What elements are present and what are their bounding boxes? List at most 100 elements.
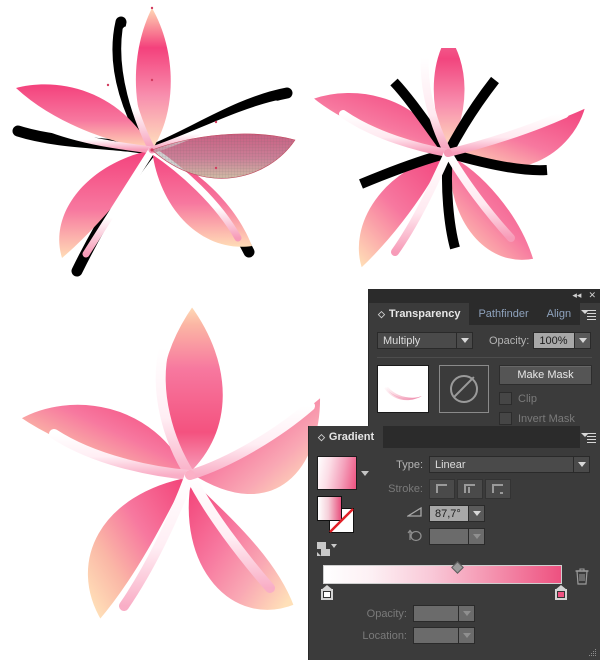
flower3-center bbox=[185, 470, 195, 480]
tab-transparency-label: Transparency bbox=[388, 308, 461, 320]
gradient-location-value bbox=[414, 628, 459, 643]
blend-mode-select[interactable]: Multiply bbox=[377, 332, 473, 349]
gradient-preview-swatch[interactable] bbox=[317, 456, 357, 490]
stroke-along-button[interactable] bbox=[457, 479, 483, 499]
gradient-angle-value: 87,7° bbox=[430, 506, 469, 521]
flower-bottom-left-finished[interactable] bbox=[4, 300, 324, 660]
opacity-label: Opacity: bbox=[489, 334, 530, 347]
transparency-divider bbox=[377, 357, 592, 358]
tab-gradient-label: Gradient bbox=[328, 431, 375, 443]
gradient-opacity-row: Opacity: bbox=[317, 605, 590, 622]
tab-grip-icon: ◇ bbox=[318, 431, 325, 442]
flower2 bbox=[308, 48, 590, 273]
tab-align[interactable]: Align bbox=[537, 303, 581, 325]
gradient-right-column: Type: Linear Stroke: 87,7° bbox=[375, 456, 590, 558]
invert-mask-checkbox[interactable] bbox=[499, 412, 512, 425]
fill-stroke-indicator[interactable] bbox=[317, 496, 357, 534]
illustrator-canvas-screenshot: ◂◂ ✕ ◇ Transparency Pathfinder Align Mul… bbox=[0, 0, 600, 660]
opacity-field[interactable]: 100% bbox=[533, 332, 592, 349]
gradient-aspect-row bbox=[375, 528, 590, 545]
gradient-panel-body: Type: Linear Stroke: 87,7° Opacity: Loca… bbox=[309, 448, 600, 655]
gradient-main-area: Type: Linear Stroke: 87,7° bbox=[317, 456, 590, 558]
gradient-stroke-row: Stroke: bbox=[375, 479, 590, 499]
clip-label: Clip bbox=[518, 392, 537, 405]
mask-thumbnail[interactable] bbox=[439, 365, 489, 413]
gradient-location-row: Location: bbox=[317, 627, 590, 644]
delete-stop-button[interactable] bbox=[574, 567, 590, 585]
blend-mode-value: Multiply bbox=[378, 333, 457, 348]
stroke-gradient-buttons bbox=[429, 479, 511, 499]
clip-checkbox[interactable] bbox=[499, 392, 512, 405]
gradient-type-caret-icon bbox=[574, 457, 589, 472]
make-mask-button[interactable]: Make Mask bbox=[499, 365, 592, 385]
flower-top-left-with-strokes-selected[interactable] bbox=[0, 0, 300, 290]
gradient-opacity-value bbox=[414, 606, 459, 621]
invert-mask-checkbox-row[interactable]: Invert Mask bbox=[499, 412, 592, 425]
gradient-slider-area bbox=[317, 561, 590, 601]
gradient-stop-pink[interactable] bbox=[555, 585, 567, 600]
petal-bottom-left bbox=[83, 472, 194, 626]
transparency-panel-menu-button[interactable] bbox=[580, 303, 600, 325]
opacity-value: 100% bbox=[534, 333, 576, 348]
gradient-opacity-label: Opacity: bbox=[366, 607, 407, 620]
tab-transparency[interactable]: ◇ Transparency bbox=[369, 303, 470, 325]
clip-checkbox-row[interactable]: Clip bbox=[499, 392, 592, 405]
collapse-icon[interactable]: ◂◂ bbox=[572, 290, 581, 300]
panel-menu-icon bbox=[580, 309, 596, 320]
gradient-aspect-value bbox=[430, 529, 469, 544]
tab-align-label: Align bbox=[546, 308, 572, 320]
tab-pathfinder[interactable]: Pathfinder bbox=[469, 303, 538, 325]
gradient-type-row: Type: Linear bbox=[375, 456, 590, 473]
flower1-petals bbox=[12, 6, 296, 277]
resize-grip-icon[interactable] bbox=[588, 648, 597, 657]
gradient-ramp-bar[interactable] bbox=[323, 565, 562, 584]
artwork-thumbnail[interactable] bbox=[377, 365, 429, 413]
fill-swatch[interactable] bbox=[317, 496, 342, 521]
angle-icon bbox=[375, 506, 429, 521]
flower2-center bbox=[444, 149, 452, 157]
reverse-gradient-button[interactable] bbox=[317, 542, 339, 558]
transparency-tabstrip: ◇ Transparency Pathfinder Align bbox=[369, 303, 600, 325]
close-icon[interactable]: ✕ bbox=[588, 290, 596, 300]
tab-grip-icon: ◇ bbox=[378, 308, 385, 319]
gradient-type-value: Linear bbox=[430, 457, 574, 472]
transparency-thumbnails-row: Make Mask Clip Invert Mask bbox=[377, 365, 592, 425]
gradient-stop-white[interactable] bbox=[321, 585, 333, 600]
opacity-caret-icon bbox=[575, 333, 591, 348]
transparency-window-controls: ◂◂ ✕ bbox=[572, 290, 596, 300]
invert-mask-label: Invert Mask bbox=[518, 412, 575, 425]
gradient-tabstrip-filler bbox=[383, 426, 580, 448]
transparency-mask-controls: Make Mask Clip Invert Mask bbox=[499, 365, 592, 425]
gradient-aspect-caret-icon bbox=[469, 529, 484, 544]
gradient-angle-caret-icon bbox=[469, 506, 484, 521]
gradient-location-label: Location: bbox=[362, 629, 407, 642]
gradient-panel-menu-button[interactable] bbox=[580, 426, 600, 448]
transparency-panel-titlebar: ◂◂ ✕ bbox=[369, 289, 600, 303]
no-mask-icon bbox=[450, 375, 478, 403]
gradient-opacity-caret-icon bbox=[459, 606, 474, 621]
flower-top-right-with-strokes[interactable] bbox=[303, 48, 595, 296]
panel-menu-icon bbox=[580, 432, 596, 443]
gradient-panel: ◇ Gradient Type: Linear Stroke: 87,7° Op… bbox=[308, 426, 600, 660]
gradient-swatch-row bbox=[317, 456, 369, 490]
gradient-location-caret-icon bbox=[459, 628, 474, 643]
gradient-stop-fields: Opacity: Location: bbox=[317, 605, 590, 644]
gradient-stops-track bbox=[321, 585, 569, 601]
stroke-within-button[interactable] bbox=[429, 479, 455, 499]
aspect-ratio-icon bbox=[375, 529, 429, 545]
stroke-across-button[interactable] bbox=[485, 479, 511, 499]
gradient-tabstrip: ◇ Gradient bbox=[309, 426, 600, 448]
tab-pathfinder-label: Pathfinder bbox=[478, 308, 529, 320]
flower3 bbox=[14, 300, 324, 626]
stroke-label: Stroke: bbox=[388, 483, 423, 495]
gradient-location-field[interactable] bbox=[413, 627, 475, 644]
gradient-aspect-field[interactable] bbox=[429, 528, 485, 545]
gradient-angle-field[interactable]: 87,7° bbox=[429, 505, 485, 522]
type-label: Type: bbox=[396, 458, 423, 471]
gradient-type-select[interactable]: Linear bbox=[429, 456, 590, 473]
transparency-panel: ◂◂ ✕ ◇ Transparency Pathfinder Align Mul… bbox=[368, 289, 600, 429]
gradient-opacity-field[interactable] bbox=[413, 605, 475, 622]
tab-gradient[interactable]: ◇ Gradient bbox=[309, 426, 384, 448]
gradient-swatch-caret-icon[interactable] bbox=[361, 470, 369, 476]
gradient-left-column bbox=[317, 456, 369, 558]
